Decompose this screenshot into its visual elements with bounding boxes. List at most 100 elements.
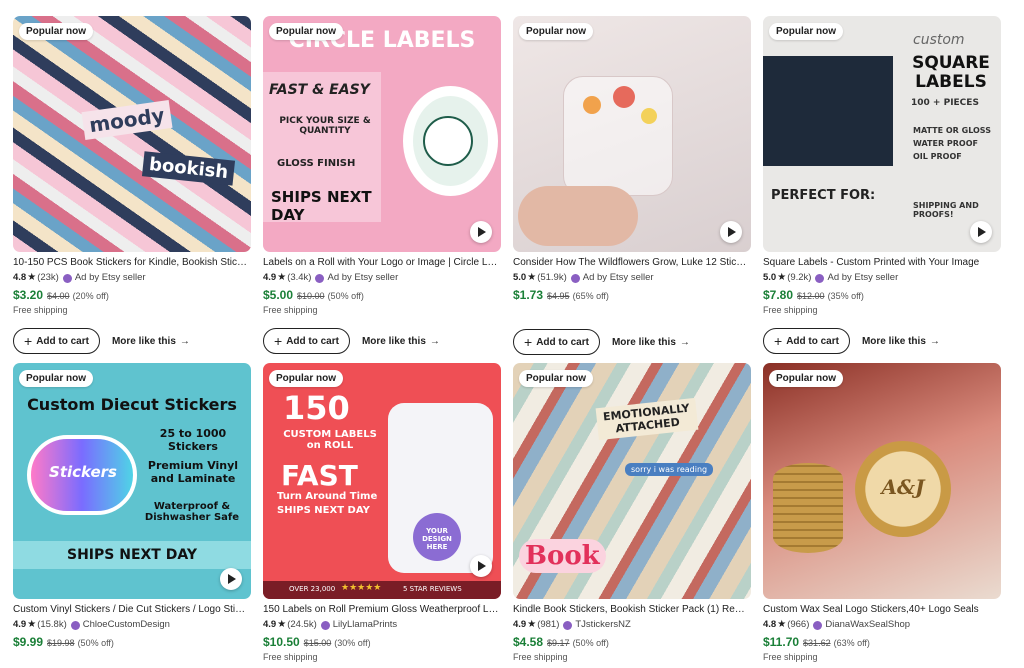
popular-badge: Popular now <box>769 23 843 40</box>
product-image[interactable]: 150 CUSTOM LABELS on ROLL FAST Turn Arou… <box>263 363 501 599</box>
product-title[interactable]: Custom Vinyl Stickers / Die Cut Stickers… <box>13 603 249 616</box>
product-card[interactable]: Custom Diecut Stickers 25 to 1000 Sticke… <box>13 363 251 649</box>
image-text: Book <box>519 539 606 573</box>
image-text: CUSTOM LABELS on ROLL <box>283 429 377 451</box>
image-text: A&J <box>881 475 925 499</box>
original-price: $4.00 <box>47 291 70 301</box>
sale-price: $1.73 <box>513 288 544 302</box>
product-image[interactable]: moody bookish Popular now <box>13 16 251 252</box>
more-like-this-link[interactable]: More like this → <box>362 336 440 347</box>
shipping-label: Free shipping <box>513 652 568 662</box>
image-text: Custom Diecut Stickers <box>27 395 237 414</box>
seller-name[interactable]: Ad by Etsy seller <box>75 272 146 284</box>
add-to-cart-button[interactable]: + Add to cart <box>263 328 350 354</box>
original-price: $4.95 <box>547 291 570 301</box>
add-to-cart-button[interactable]: + Add to cart <box>763 328 850 354</box>
star-icon: ★ <box>27 272 37 283</box>
seller-name[interactable]: ChloeCustomDesign <box>83 619 170 631</box>
product-card[interactable]: moody bookish Popular now 10-150 PCS Boo… <box>13 16 251 354</box>
product-image[interactable]: A&J Popular now <box>763 363 1001 599</box>
arrow-right-icon: → <box>679 336 690 348</box>
image-text: PICK YOUR SIZE & QUANTITY <box>279 116 371 136</box>
review-count: (981) <box>537 619 560 630</box>
review-count: (23k) <box>37 272 59 283</box>
product-title[interactable]: 150 Labels on Roll Premium Gloss Weather… <box>263 603 499 616</box>
product-title[interactable]: Consider How The Wildflowers Grow, Luke … <box>513 256 749 269</box>
product-title[interactable]: Kindle Book Stickers, Bookish Sticker Pa… <box>513 603 749 616</box>
product-title[interactable]: Custom Wax Seal Logo Stickers,40+ Logo S… <box>763 603 999 616</box>
rating-value: 5.0 <box>513 272 527 283</box>
original-price: $12.00 <box>797 291 825 301</box>
product-image[interactable]: EMOTIONALLY ATTACHED sorry i was reading… <box>513 363 751 599</box>
seller-name[interactable]: Ad by Etsy seller <box>327 272 398 284</box>
image-text: SHIPS NEXT DAY <box>271 188 372 224</box>
seller-icon <box>320 620 330 630</box>
seller-name[interactable]: LilyLlamaPrints <box>333 619 397 631</box>
seller-icon <box>815 273 825 283</box>
more-like-this-link[interactable]: More like this → <box>612 337 690 348</box>
seller-name[interactable]: Ad by Etsy seller <box>827 272 898 284</box>
rating-row: 4.9 ★ (24.5k) LilyLlamaPrints <box>263 619 501 631</box>
arrow-right-icon: → <box>929 335 940 347</box>
seller-name[interactable]: Ad by Etsy seller <box>583 272 654 284</box>
label-roll-graphic <box>763 56 893 166</box>
seal-stack-graphic <box>773 463 843 553</box>
product-title[interactable]: 10-150 PCS Book Stickers for Kindle, Boo… <box>13 256 249 269</box>
product-image[interactable]: custom SQUARE LABELS 100 + PIECES MATTE … <box>763 16 1001 252</box>
more-like-this-link[interactable]: More like this → <box>112 336 190 347</box>
review-count: (966) <box>787 619 810 630</box>
discount-label: (65% off) <box>572 291 609 301</box>
product-image[interactable]: Custom Diecut Stickers 25 to 1000 Sticke… <box>13 363 251 599</box>
review-count: (51.9k) <box>537 272 567 283</box>
seller-name[interactable]: TJstickersNZ <box>575 619 630 631</box>
rating-row: 4.8 ★ (23k) Ad by Etsy seller <box>13 272 251 284</box>
rating-value: 5.0 <box>763 272 777 283</box>
play-video-icon[interactable] <box>970 221 992 243</box>
rating-value: 4.9 <box>263 272 277 283</box>
shipping-label: Free shipping <box>763 652 818 662</box>
seller-icon <box>570 273 580 283</box>
product-title[interactable]: Labels on a Roll with Your Logo or Image… <box>263 256 499 269</box>
shipping-label: Free shipping <box>13 305 68 315</box>
price-row: $9.99 $19.98 (50% off) <box>13 635 251 649</box>
play-video-icon[interactable] <box>720 221 742 243</box>
shipping-label <box>513 305 751 316</box>
play-video-icon[interactable] <box>470 221 492 243</box>
stars-icon: ★★★★★ <box>341 583 382 593</box>
seller-name[interactable]: DianaWaxSealShop <box>825 619 910 631</box>
product-card[interactable]: Popular now Consider How The Wildflowers… <box>513 16 751 355</box>
add-to-cart-button[interactable]: + Add to cart <box>513 329 600 355</box>
star-icon: ★ <box>277 619 287 630</box>
price-row: $11.70 $31.62 (63% off) <box>763 635 1001 649</box>
popular-badge: Popular now <box>269 370 343 387</box>
image-text: SQUARE LABELS <box>912 53 990 92</box>
original-price: $19.98 <box>47 638 75 648</box>
plus-icon: + <box>524 334 533 350</box>
image-text: 150 <box>283 389 350 427</box>
product-title[interactable]: Square Labels - Custom Printed with Your… <box>763 256 999 269</box>
popular-badge: Popular now <box>19 23 93 40</box>
rating-value: 4.9 <box>263 619 277 630</box>
arrow-right-icon: → <box>179 335 190 347</box>
original-price: $10.00 <box>297 291 325 301</box>
price-row: $5.00 $10.00 (50% off) <box>263 288 501 302</box>
play-video-icon[interactable] <box>470 555 492 577</box>
sale-price: $10.50 <box>263 635 300 649</box>
star-icon: ★ <box>527 272 537 283</box>
card-actions: + Add to cart More like this → <box>763 328 1001 354</box>
rating-row: 4.9 ★ (15.8k) ChloeCustomDesign <box>13 619 251 631</box>
product-image[interactable]: CIRCLE LABELS FAST & EASY PICK YOUR SIZE… <box>263 16 501 252</box>
product-card[interactable]: EMOTIONALLY ATTACHED sorry i was reading… <box>513 363 751 662</box>
review-count: (24.5k) <box>287 619 317 630</box>
star-icon: ★ <box>527 619 537 630</box>
play-video-icon[interactable] <box>220 568 242 590</box>
flower-graphic <box>641 108 657 124</box>
rating-row: 4.9 ★ (981) TJstickersNZ <box>513 619 751 631</box>
product-card[interactable]: custom SQUARE LABELS 100 + PIECES MATTE … <box>763 16 1001 354</box>
add-to-cart-button[interactable]: + Add to cart <box>13 328 100 354</box>
product-card[interactable]: 150 CUSTOM LABELS on ROLL FAST Turn Arou… <box>263 363 501 662</box>
product-image[interactable]: Popular now <box>513 16 751 252</box>
product-card[interactable]: CIRCLE LABELS FAST & EASY PICK YOUR SIZE… <box>263 16 501 354</box>
product-card[interactable]: A&J Popular now Custom Wax Seal Logo Sti… <box>763 363 1001 662</box>
more-like-this-link[interactable]: More like this → <box>862 336 940 347</box>
